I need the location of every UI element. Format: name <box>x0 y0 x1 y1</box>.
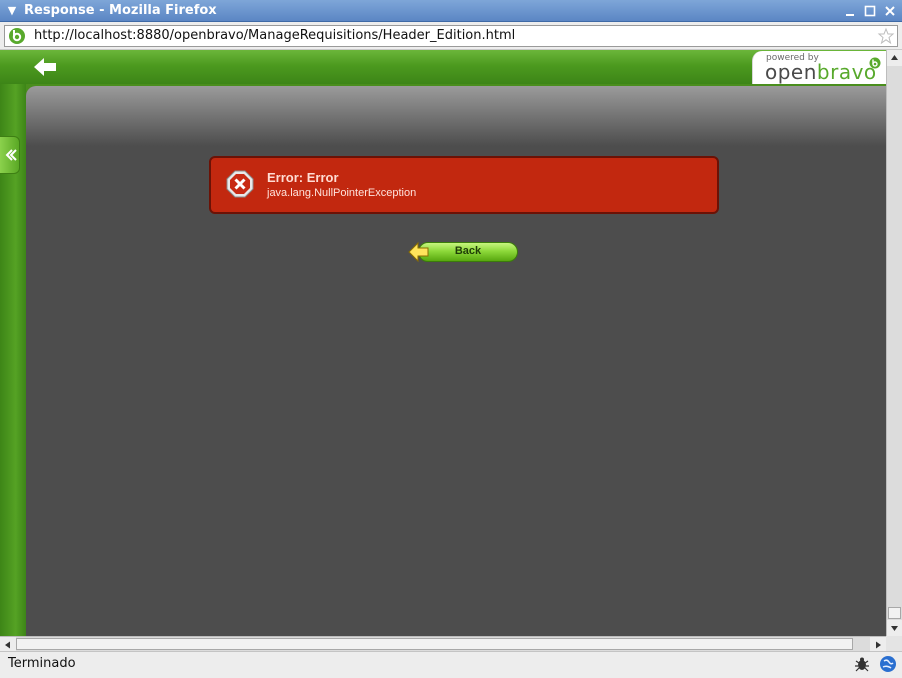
status-text: Terminado <box>8 656 76 671</box>
left-side-bar <box>0 84 26 636</box>
vertical-scrollbar[interactable] <box>886 50 902 636</box>
maximize-icon[interactable] <box>862 3 878 19</box>
logo-mark-icon <box>869 54 881 69</box>
back-arrow-icon[interactable] <box>32 56 58 78</box>
openbravo-logo: powered by openbravo <box>752 51 886 84</box>
panel-header-fade <box>26 86 886 146</box>
error-message-box: Error: Error java.lang.NullPointerExcept… <box>209 156 719 214</box>
logo-brand-prefix: open <box>765 60 817 84</box>
page-content: powered by openbravo Error: Error java.l… <box>0 50 886 636</box>
scroll-right-icon[interactable] <box>870 637 886 651</box>
url-bar[interactable]: http://localhost:8880/openbravo/ManageRe… <box>4 25 898 47</box>
horizontal-scrollbar[interactable] <box>0 636 886 651</box>
chevron-left-icon <box>5 149 17 161</box>
minimize-icon[interactable] <box>842 3 858 19</box>
window-menu-icon[interactable]: ▼ <box>5 4 19 18</box>
globe-icon[interactable] <box>879 655 897 673</box>
back-button[interactable]: Back <box>408 240 520 264</box>
window-title: Response - Mozilla Firefox <box>24 3 217 18</box>
scrollbar-corner <box>886 636 902 651</box>
url-text[interactable]: http://localhost:8880/openbravo/ManageRe… <box>34 28 515 44</box>
vertical-scroll-thumb[interactable] <box>888 607 901 619</box>
error-message: java.lang.NullPointerException <box>267 187 417 199</box>
error-icon <box>226 170 254 198</box>
error-title: Error: Error <box>267 170 339 185</box>
app-top-bar: powered by openbravo <box>0 50 886 84</box>
scroll-down-icon[interactable] <box>887 620 902 636</box>
bug-icon[interactable] <box>853 655 871 673</box>
logo-brand-suffix: bravo <box>816 60 877 84</box>
collapse-menu-tab[interactable] <box>0 136 20 174</box>
site-favicon-icon <box>8 27 26 45</box>
logo-brand: openbravo <box>765 61 877 83</box>
close-icon[interactable] <box>882 3 898 19</box>
bookmark-star-icon[interactable] <box>877 27 895 45</box>
main-panel: Error: Error java.lang.NullPointerExcept… <box>26 86 886 636</box>
scroll-left-icon[interactable] <box>0 637 16 651</box>
title-bar: ▼ Response - Mozilla Firefox <box>0 0 902 22</box>
back-button-label[interactable]: Back <box>418 245 518 258</box>
status-bar: Terminado <box>0 651 902 678</box>
scroll-up-icon[interactable] <box>887 50 902 66</box>
navigation-toolbar: http://localhost:8880/openbravo/ManageRe… <box>0 22 902 50</box>
horizontal-scroll-thumb[interactable] <box>16 638 853 650</box>
